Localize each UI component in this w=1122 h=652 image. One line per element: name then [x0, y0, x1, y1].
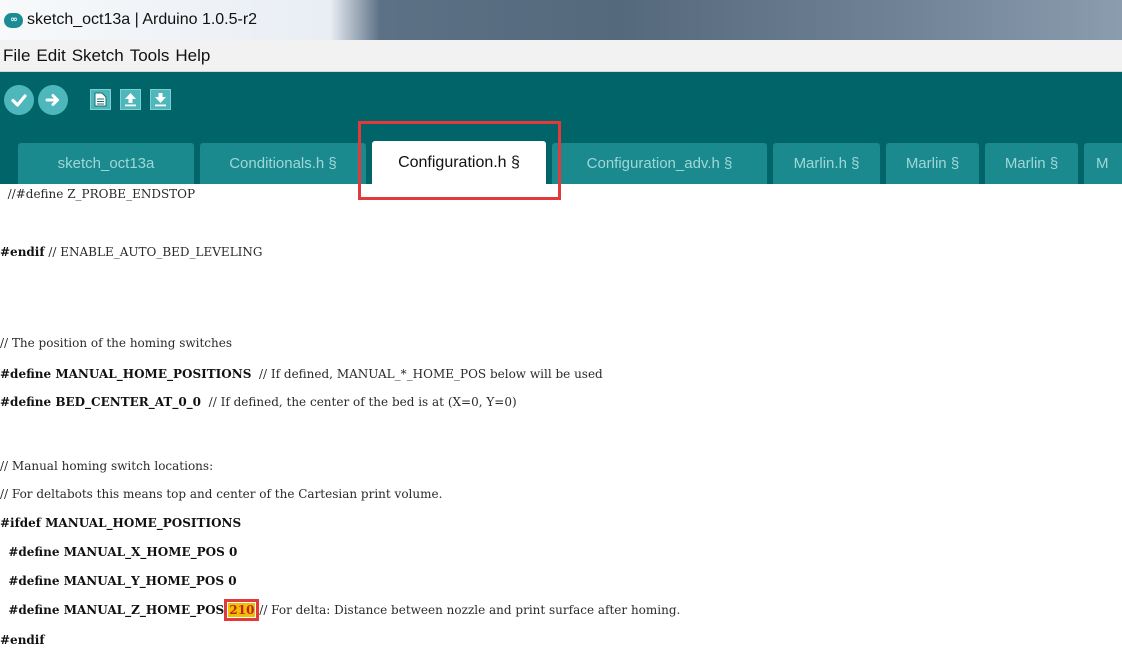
new-button[interactable] — [90, 89, 111, 110]
z-home-pos-value: 210 — [224, 599, 260, 621]
code-line: // Manual homing switch locations: — [0, 459, 214, 473]
code-line: #endif — [0, 633, 45, 647]
code-line: // For deltabots this means top and cent… — [0, 487, 443, 501]
arduino-logo-icon: ∞ — [4, 12, 23, 28]
save-button[interactable] — [150, 89, 171, 110]
tab-marlin-h[interactable]: Marlin.h § — [773, 143, 880, 184]
code-comment: // If defined, the center of the bed is … — [201, 395, 517, 409]
code-keyword: #endif — [0, 245, 45, 259]
code-keyword: #define BED_CENTER_AT_0_0 — [0, 395, 202, 409]
tab-strip: sketch_oct13a Conditionals.h § Configura… — [0, 127, 1122, 184]
code-line: //#define Z_PROBE_ENDSTOP — [0, 187, 196, 201]
tab-configuration-h[interactable]: Configuration.h § — [372, 141, 546, 184]
save-icon — [155, 93, 166, 107]
tab-conditionals-h[interactable]: Conditionals.h § — [200, 143, 366, 184]
open-icon — [125, 93, 136, 107]
tab-marlin-2[interactable]: Marlin § — [985, 143, 1078, 184]
code-line: #ifdef MANUAL_HOME_POSITIONS — [0, 516, 242, 530]
tab-marlin-1[interactable]: Marlin § — [886, 143, 979, 184]
tab-configuration-adv-h[interactable]: Configuration_adv.h § — [552, 143, 767, 184]
code-line: #define MANUAL_Z_HOME_POS 210 // For del… — [0, 599, 681, 621]
menu-tools[interactable]: Tools — [130, 46, 170, 66]
code-keyword: #define MANUAL_Z_HOME_POS — [0, 603, 229, 617]
menu-file[interactable]: File — [3, 46, 30, 66]
menu-sketch[interactable]: Sketch — [72, 46, 124, 66]
new-icon — [94, 92, 107, 107]
menu-edit[interactable]: Edit — [36, 46, 65, 66]
toolbar — [0, 72, 1122, 127]
code-comment: // If defined, MANUAL_*_HOME_POS below w… — [251, 367, 603, 381]
tab-overflow[interactable]: M — [1084, 143, 1122, 184]
code-line: #define MANUAL_Y_HOME_POS 0 — [0, 574, 237, 588]
code-line: #define MANUAL_X_HOME_POS 0 — [0, 545, 238, 559]
code-line: #define BED_CENTER_AT_0_0 // If defined,… — [0, 392, 517, 412]
title-bar: ∞ sketch_oct13a | Arduino 1.0.5-r2 — [0, 0, 1122, 40]
code-comment: // For delta: Distance between nozzle an… — [255, 603, 681, 617]
open-button[interactable] — [120, 89, 141, 110]
window-title: sketch_oct13a | Arduino 1.0.5-r2 — [27, 11, 258, 28]
upload-icon — [45, 93, 59, 106]
code-line: #define MANUAL_HOME_POSITIONS // If defi… — [0, 364, 603, 384]
upload-button[interactable] — [38, 84, 68, 115]
code-editor[interactable]: //#define Z_PROBE_ENDSTOP #endif // ENAB… — [0, 184, 1122, 652]
code-comment: // ENABLE_AUTO_BED_LEVELING — [44, 245, 263, 259]
tab-sketch-oct13a[interactable]: sketch_oct13a — [18, 143, 194, 184]
code-keyword: #define MANUAL_HOME_POSITIONS — [0, 367, 252, 381]
menu-bar: File Edit Sketch Tools Help — [0, 40, 1122, 72]
menu-help[interactable]: Help — [175, 46, 210, 66]
code-line: #endif // ENABLE_AUTO_BED_LEVELING — [0, 242, 263, 262]
verify-button[interactable] — [4, 84, 34, 115]
code-line: // The position of the homing switches — [0, 336, 233, 350]
verify-icon — [11, 93, 27, 107]
